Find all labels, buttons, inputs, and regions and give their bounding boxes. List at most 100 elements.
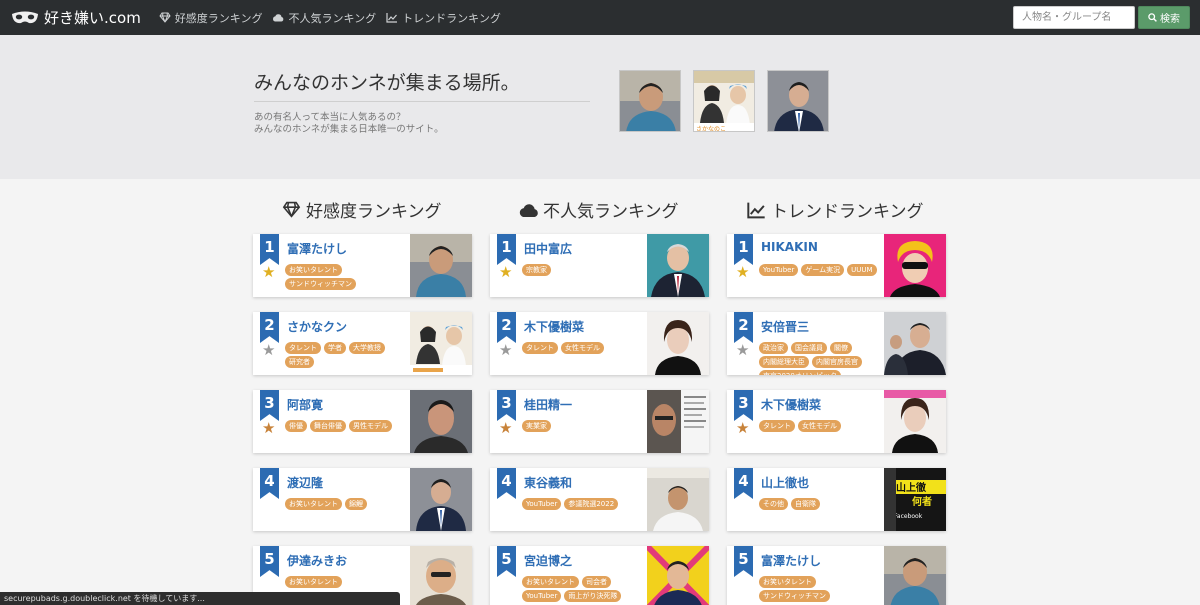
person-thumbnail[interactable] <box>410 546 472 605</box>
category-tag[interactable]: 内閣総理大臣 <box>759 356 809 368</box>
tag-list: タレント 女性モデル <box>522 342 644 354</box>
category-tag[interactable]: 大学教授 <box>349 342 385 354</box>
hero-photo-3[interactable] <box>767 70 829 132</box>
category-tag[interactable]: 女性モデル <box>561 342 604 354</box>
nav-link-trend[interactable]: トレンドランキング <box>386 10 501 26</box>
category-tag[interactable]: お笑いタレント <box>759 576 816 588</box>
person-name-link[interactable]: 伊達みきお <box>287 552 347 569</box>
person-thumbnail[interactable] <box>884 312 946 375</box>
person-thumbnail[interactable] <box>884 390 946 453</box>
person-name-link[interactable]: HIKAKIN <box>761 240 818 254</box>
person-thumbnail[interactable] <box>647 312 709 375</box>
person-thumbnail[interactable] <box>410 468 472 531</box>
rank-ribbon: 4 <box>734 468 753 499</box>
person-thumbnail[interactable] <box>884 546 946 605</box>
category-tag[interactable]: 研究者 <box>285 356 314 368</box>
category-tag[interactable]: 錦鯉 <box>345 498 367 510</box>
category-tag[interactable]: サンドウィッチマン <box>759 590 830 602</box>
hero-photo-1[interactable] <box>619 70 681 132</box>
ranking-card-trend-3[interactable]: 3 ★ 木下優樹菜 タレント 女性モデル <box>727 390 946 453</box>
category-tag[interactable]: 政治家 <box>759 342 788 354</box>
person-thumbnail[interactable] <box>410 234 472 297</box>
ranking-card-favorable-2[interactable]: 2 ★ さかなクン タレント 学者 大学教授 研究者 <box>253 312 472 375</box>
person-name-link[interactable]: 富澤たけし <box>761 552 821 569</box>
nav-link-label: 好感度ランキング <box>174 11 263 25</box>
person-name-link[interactable]: 宮迫博之 <box>524 552 572 569</box>
person-thumbnail[interactable] <box>647 468 709 531</box>
category-tag[interactable]: 女性モデル <box>798 420 841 432</box>
person-name-link[interactable]: 桂田精一 <box>524 396 572 413</box>
ranking-card-unpopular-4[interactable]: 4 東谷義和 YouTuber 参議院選2022 <box>490 468 709 531</box>
person-name-link[interactable]: 田中富広 <box>524 240 572 257</box>
category-tag[interactable]: YouTuber <box>759 264 799 276</box>
person-thumbnail[interactable]: 山上徹 何者 Facebook <box>884 468 946 531</box>
category-tag[interactable]: 閣僚 <box>830 342 852 354</box>
category-tag[interactable]: ゲーム実況 <box>801 264 845 276</box>
category-tag[interactable]: タレント <box>522 342 558 354</box>
nav-link-favorable[interactable]: 好感度ランキング <box>159 10 263 26</box>
category-tag[interactable]: 男性モデル <box>349 420 392 432</box>
person-name-link[interactable]: 阿部寛 <box>287 396 323 413</box>
category-tag[interactable]: 宗教家 <box>522 264 551 276</box>
category-tag[interactable]: その他 <box>759 498 788 510</box>
person-photo <box>647 234 709 297</box>
category-tag[interactable]: お笑いタレント <box>522 576 579 588</box>
category-tag[interactable]: 参議院選2022 <box>564 498 619 510</box>
person-name-link[interactable]: さかなクン <box>287 318 347 335</box>
category-tag[interactable]: 学者 <box>324 342 346 354</box>
ranking-card-favorable-4[interactable]: 4 渡辺隆 お笑いタレント 錦鯉 <box>253 468 472 531</box>
ranking-card-trend-4[interactable]: 4 山上徹也その他 自衛隊 山上徹 何者 Facebook <box>727 468 946 531</box>
star-gold-icon: ★ <box>499 263 513 281</box>
ranking-card-trend-2[interactable]: 2★ 安倍晋三政治家国会議員閣僚内閣総理大臣内閣官房長官東京2020オリンピック <box>727 312 946 375</box>
person-name-link[interactable]: 木下優樹菜 <box>524 318 584 335</box>
category-tag[interactable]: 司会者 <box>582 576 611 588</box>
category-tag[interactable]: 実業家 <box>522 420 551 432</box>
ranking-card-unpopular-2[interactable]: 2 ★ 木下優樹菜 タレント 女性モデル <box>490 312 709 375</box>
search-icon <box>1148 13 1157 22</box>
category-tag[interactable]: お笑いタレント <box>285 576 342 588</box>
person-name-link[interactable]: 渡辺隆 <box>287 474 323 491</box>
category-tag[interactable]: YouTuber <box>522 498 562 510</box>
category-tag[interactable]: 国会議員 <box>791 342 827 354</box>
person-thumbnail[interactable] <box>647 234 709 297</box>
category-tag[interactable]: お笑いタレント <box>285 264 342 276</box>
ranking-card-unpopular-5[interactable]: 5 宮迫博之 お笑いタレント 司会者 YouTuber 雨上がり決死隊 <box>490 546 709 605</box>
person-photo <box>884 312 946 375</box>
person-name-link[interactable]: 山上徹也 <box>761 474 809 491</box>
hero-photo-2[interactable]: さかなのこ <box>693 70 755 132</box>
category-tag[interactable]: 自衛隊 <box>791 498 820 510</box>
ranking-card-unpopular-1[interactable]: 1 ★ 田中富広 宗教家 <box>490 234 709 297</box>
person-thumbnail[interactable] <box>884 234 946 297</box>
category-tag[interactable]: 俳優 <box>285 420 307 432</box>
person-thumbnail[interactable] <box>410 312 472 375</box>
category-tag[interactable]: YouTuber <box>522 590 562 602</box>
category-tag[interactable]: 内閣官房長官 <box>812 356 862 368</box>
search-input[interactable] <box>1013 6 1135 29</box>
search-button[interactable]: 検索 <box>1138 6 1190 29</box>
column-header-trend: トレンドランキング <box>746 197 924 222</box>
star-bronze-icon: ★ <box>499 419 513 437</box>
brand-logo[interactable]: 好き嫌い.com <box>10 7 141 28</box>
category-tag[interactable]: タレント <box>285 342 321 354</box>
category-tag[interactable]: UUUM <box>847 264 877 276</box>
nav-link-unpopular[interactable]: 不人気ランキング <box>272 10 376 26</box>
person-name-link[interactable]: 東谷義和 <box>524 474 572 491</box>
person-thumbnail[interactable] <box>410 390 472 453</box>
ranking-card-trend-1[interactable]: 1 ★ HIKAKIN YouTuber ゲーム実況 UUUM <box>727 234 946 297</box>
person-name-link[interactable]: 富澤たけし <box>287 240 347 257</box>
category-tag[interactable]: サンドウィッチマン <box>285 278 356 290</box>
category-tag[interactable]: 雨上がり決死隊 <box>564 590 622 602</box>
person-thumbnail[interactable] <box>647 390 709 453</box>
person-photo <box>410 312 472 375</box>
ranking-card-trend-5[interactable]: 5 富澤たけし お笑いタレント サンドウィッチマン <box>727 546 946 605</box>
person-thumbnail[interactable] <box>647 546 709 605</box>
person-name-link[interactable]: 木下優樹菜 <box>761 396 821 413</box>
ranking-card-favorable-1[interactable]: 1 ★ 富澤たけし お笑いタレント サンドウィッチマン <box>253 234 472 297</box>
ranking-card-favorable-3[interactable]: 3 ★ 阿部寛 俳優 舞台俳優 男性モデル <box>253 390 472 453</box>
ranking-card-unpopular-3[interactable]: 3 ★ 桂田精一 実業家 <box>490 390 709 453</box>
person-name-link[interactable]: 安倍晋三 <box>761 318 809 335</box>
category-tag[interactable]: タレント <box>759 420 795 432</box>
category-tag[interactable]: お笑いタレント <box>285 498 342 510</box>
category-tag[interactable]: 東京2020オリンピック <box>759 370 841 375</box>
category-tag[interactable]: 舞台俳優 <box>310 420 346 432</box>
